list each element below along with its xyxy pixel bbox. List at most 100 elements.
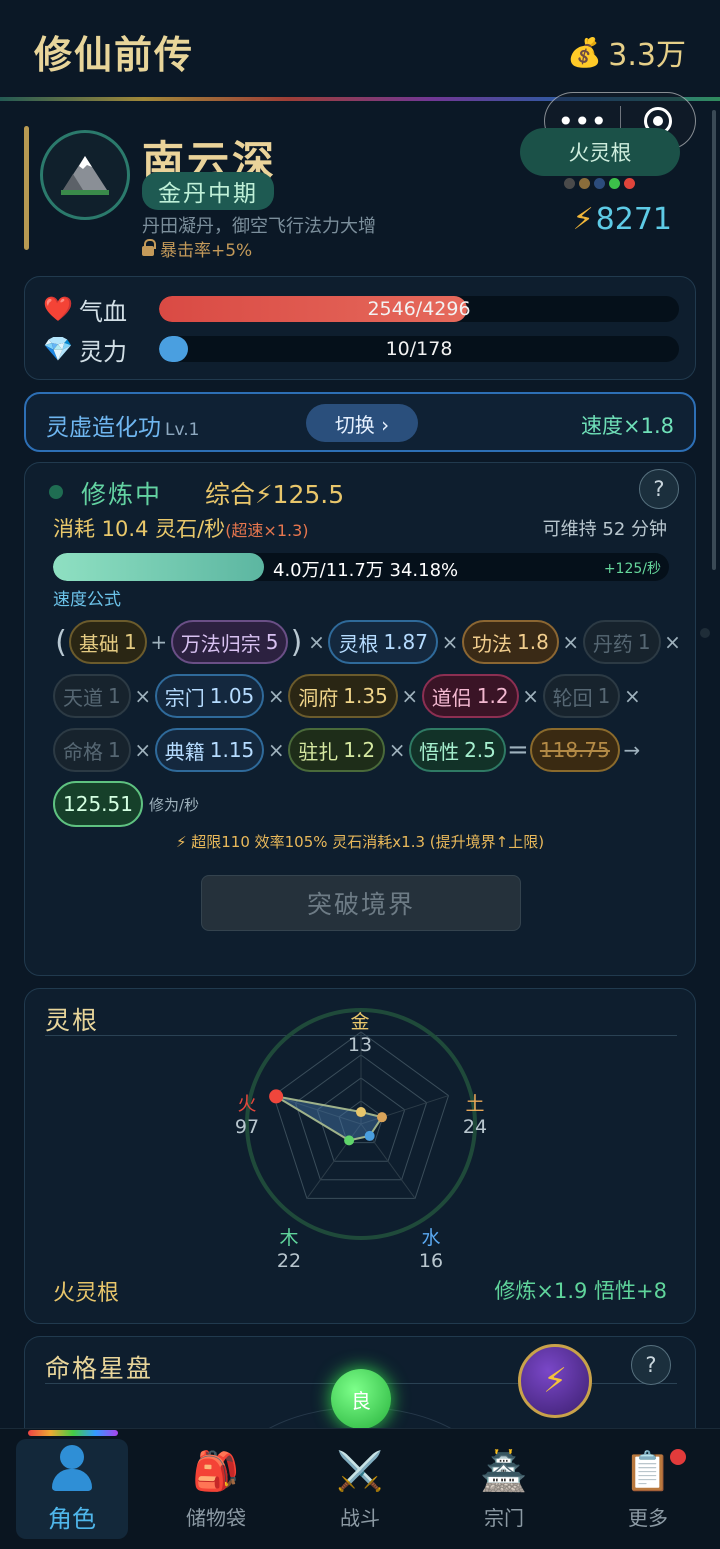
avatar[interactable] — [40, 130, 130, 220]
times-op: × — [623, 684, 641, 708]
lightning-icon: ⚡ — [572, 202, 594, 237]
root-value: 24 — [462, 1116, 488, 1138]
factor-danyao[interactable]: 丹药 1 — [582, 620, 661, 664]
times-op: × — [134, 738, 152, 762]
factor-name: 命格 — [63, 739, 103, 764]
factor-linggen[interactable]: 灵根 1.87 — [328, 620, 438, 664]
factor-wanfa[interactable]: 万法归宗 5 — [170, 620, 289, 664]
factor-name: 灵根 — [338, 631, 379, 656]
overlimit-hint: ⚡ 超限110 效率105% 灵石消耗x1.3 (提升境界↑上限) — [175, 833, 545, 851]
cultivation-help-button[interactable]: ? — [639, 469, 679, 509]
root-value: 13 — [347, 1034, 373, 1056]
factor-value: 1 — [637, 630, 651, 654]
clipboard-icon: 📋 — [624, 1448, 672, 1493]
radar-point-earth — [376, 1112, 387, 1123]
root-bonus: 修炼×1.9 悟性+8 — [494, 1279, 667, 1303]
nav-sect[interactable]: 🏯 宗门 — [448, 1439, 560, 1539]
nav-label: 储物袋 — [186, 1505, 246, 1530]
factor-value: 1 — [124, 630, 137, 654]
formula-result: 125.51 — [53, 781, 143, 827]
bottom-nav: 角色 🎒 储物袋 ⚔️ 战斗 🏯 宗门 📋 更多 — [0, 1428, 720, 1549]
factor-lunhui[interactable]: 轮回 1 — [542, 674, 621, 718]
app-title: 修仙前传 — [34, 33, 195, 77]
nav-backpack[interactable]: 🎒 储物袋 — [160, 1439, 272, 1539]
nav-more[interactable]: 📋 更多 — [592, 1439, 704, 1539]
factor-name: 悟性 — [419, 739, 460, 764]
mp-bar: 10/178 — [159, 336, 679, 362]
factor-value: 1.87 — [383, 630, 428, 654]
hp-text: 2546/4296 — [367, 298, 471, 320]
factor-value: 1 — [597, 684, 611, 708]
times-op: × — [308, 630, 325, 654]
times-op: × — [664, 630, 681, 654]
factor-name: 典籍 — [164, 739, 205, 764]
spirit-root-badge[interactable]: 火灵根 — [520, 128, 680, 176]
hp-row: ❤️ 气血 2546/4296 — [43, 293, 679, 326]
element-dots — [564, 178, 635, 189]
nav-battle[interactable]: ⚔️ 战斗 — [304, 1439, 416, 1539]
element-dot — [579, 178, 590, 189]
old-result: 118.75 — [529, 728, 620, 772]
root-element: 火 — [237, 1093, 257, 1115]
element-dot — [624, 178, 635, 189]
factor-dongfu[interactable]: 洞府 1.35 — [288, 674, 398, 718]
factor-wuxing[interactable]: 悟性 2.5 — [409, 728, 506, 772]
heart-icon: ❤️ — [43, 295, 73, 323]
stats-card: ❤️ 气血 2546/4296 💎 灵力 10/178 — [24, 276, 696, 380]
factor-name: 天道 — [63, 685, 103, 710]
factor-zhuzha[interactable]: 驻扎 1.2 — [288, 728, 386, 772]
status-indicator — [49, 485, 63, 499]
radar-point-gold — [356, 1107, 366, 1118]
factor-name: 道侣 — [431, 685, 472, 710]
technique-title: 灵虚造化功 — [46, 415, 161, 441]
factor-value: 1.2 — [476, 684, 509, 708]
fate-grade-orb[interactable]: 良 — [331, 1369, 391, 1429]
factor-name: 洞府 — [298, 685, 339, 710]
factor-value: 1.35 — [343, 684, 388, 708]
technique-speed: 速度×1.8 — [581, 414, 674, 438]
notification-dot — [670, 1449, 686, 1465]
times-op: × — [522, 684, 539, 708]
arrow-op: → — [623, 738, 641, 762]
nav-label: 宗门 — [484, 1505, 524, 1530]
formula-row: 命格 1 × 典籍 1.15 × 驻扎 1.2 × 悟性 2.5 = 118.75 → — [53, 727, 644, 773]
factor-mingge[interactable]: 命格 1 — [53, 728, 131, 772]
profile-accent-bar — [24, 126, 29, 250]
nav-label: 战斗 — [340, 1505, 380, 1530]
diamond-icon: 💎 — [43, 335, 73, 363]
switch-technique-button[interactable]: 切换 › — [306, 404, 418, 442]
wood-root-label: 木 22 — [259, 1223, 319, 1272]
close-paren: ) — [290, 624, 303, 660]
mountain-icon — [61, 156, 109, 195]
factor-gongfa[interactable]: 功法 1.8 — [462, 620, 559, 664]
radar-point-wood — [344, 1135, 355, 1146]
factor-value: 1.15 — [209, 738, 255, 762]
gold-root-label: 金 13 — [330, 1007, 390, 1056]
factor-name: 功法 — [472, 631, 512, 656]
factor-value: 2.5 — [464, 738, 496, 762]
factor-tiandao[interactable]: 天道 1 — [53, 674, 131, 718]
factor-base[interactable]: 基础 1 — [69, 620, 147, 664]
quick-action-lightning-button[interactable]: ⚡ — [518, 1344, 592, 1418]
breakthrough-button[interactable]: 突破境界 — [201, 875, 521, 931]
times-op: × — [401, 684, 419, 708]
scroll-indicator — [700, 628, 710, 638]
factor-value: 1.05 — [209, 684, 255, 708]
realm-badge: 金丹中期 — [142, 172, 274, 210]
factor-dianji[interactable]: 典籍 1.15 — [154, 728, 265, 772]
times-op: × — [388, 738, 406, 762]
scrollbar[interactable] — [712, 110, 716, 570]
factor-name: 基础 — [79, 631, 119, 656]
factor-daolv[interactable]: 道侣 1.2 — [421, 674, 519, 718]
factor-zongmen[interactable]: 宗门 1.05 — [154, 674, 265, 718]
cultivation-progress-bar: 4.0万/11.7万 34.18% +125/秒 — [53, 553, 669, 581]
root-value: 22 — [276, 1250, 302, 1272]
formula-label: 速度公式 — [53, 590, 121, 610]
nav-character[interactable]: 角色 — [16, 1439, 128, 1539]
overspeed-note: (超速×1.3) — [225, 521, 309, 540]
fate-help-button[interactable]: ? — [631, 1345, 671, 1385]
nav-rainbow-accent — [28, 1430, 118, 1436]
factor-value: 1.8 — [517, 630, 549, 654]
equals-op: = — [506, 735, 529, 765]
hp-label: 气血 — [79, 297, 127, 326]
